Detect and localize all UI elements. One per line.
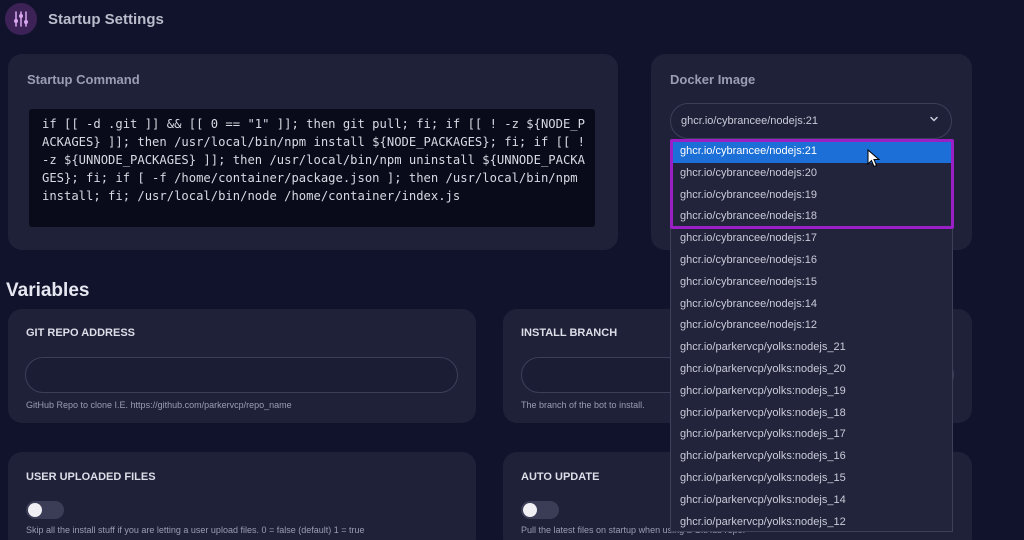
install-branch-label: INSTALL BRANCH: [521, 327, 618, 339]
startup-command-title: Startup Command: [27, 72, 140, 87]
docker-image-select[interactable]: ghcr.io/cybrancee/nodejs:21: [670, 103, 952, 139]
sliders-icon: [5, 3, 37, 35]
dropdown-option[interactable]: ghcr.io/cybrancee/nodejs:16: [671, 250, 952, 272]
docker-image-dropdown: ghcr.io/cybrancee/nodejs:21 ghcr.io/cybr…: [670, 140, 953, 532]
dropdown-option[interactable]: ghcr.io/cybrancee/nodejs:20: [671, 163, 952, 185]
toggle-knob: [523, 503, 537, 517]
install-branch-hint: The branch of the bot to install.: [521, 400, 645, 410]
dropdown-option[interactable]: ghcr.io/cybrancee/nodejs:12: [671, 315, 952, 337]
user-uploaded-files-toggle[interactable]: [26, 501, 64, 519]
git-repo-label: GIT REPO ADDRESS: [26, 327, 135, 339]
dropdown-option[interactable]: ghcr.io/parkervcp/yolks:nodejs_15: [671, 468, 952, 490]
dropdown-option[interactable]: ghcr.io/cybrancee/nodejs:19: [671, 185, 952, 207]
dropdown-option[interactable]: ghcr.io/cybrancee/nodejs:14: [671, 294, 952, 316]
docker-image-selected-value: ghcr.io/cybrancee/nodejs:21: [681, 115, 818, 127]
dropdown-option[interactable]: ghcr.io/cybrancee/nodejs:17: [671, 228, 952, 250]
user-uploaded-files-hint: Skip all the install stuff if you are le…: [26, 525, 365, 535]
chevron-down-icon: [930, 116, 938, 122]
docker-image-title: Docker Image: [670, 72, 756, 87]
dropdown-option[interactable]: ghcr.io/parkervcp/yolks:nodejs_17: [671, 424, 952, 446]
dropdown-option[interactable]: ghcr.io/parkervcp/yolks:nodejs_19: [671, 381, 952, 403]
variables-heading: Variables: [6, 280, 90, 301]
page-title: Startup Settings: [48, 10, 164, 28]
dropdown-option[interactable]: ghcr.io/parkervcp/yolks:nodejs_18: [671, 403, 952, 425]
user-uploaded-files-label: USER UPLOADED FILES: [26, 471, 156, 483]
mouse-cursor-icon: [867, 149, 881, 168]
dropdown-option[interactable]: ghcr.io/parkervcp/yolks:nodejs_12: [671, 512, 952, 531]
auto-update-toggle[interactable]: [521, 501, 559, 519]
dropdown-option[interactable]: ghcr.io/parkervcp/yolks:nodejs_14: [671, 490, 952, 512]
dropdown-option[interactable]: ghcr.io/parkervcp/yolks:nodejs_21: [671, 337, 952, 359]
dropdown-option[interactable]: ghcr.io/parkervcp/yolks:nodejs_16: [671, 446, 952, 468]
dropdown-option[interactable]: ghcr.io/cybrancee/nodejs:15: [671, 272, 952, 294]
git-repo-hint: GitHub Repo to clone I.E. https://github…: [26, 400, 292, 410]
page: Startup Settings Startup Command if [[ -…: [0, 0, 1024, 540]
auto-update-label: AUTO UPDATE: [521, 471, 600, 483]
toggle-knob: [28, 503, 42, 517]
dropdown-option[interactable]: ghcr.io/parkervcp/yolks:nodejs_20: [671, 359, 952, 381]
page-header: Startup Settings: [5, 1, 164, 37]
git-repo-input[interactable]: [25, 357, 458, 393]
dropdown-option[interactable]: ghcr.io/cybrancee/nodejs:21: [671, 141, 952, 163]
dropdown-option[interactable]: ghcr.io/cybrancee/nodejs:18: [671, 206, 952, 228]
startup-command-box[interactable]: if [[ -d .git ]] && [[ 0 == "1" ]]; then…: [29, 109, 595, 227]
startup-command-text: if [[ -d .git ]] && [[ 0 == "1" ]]; then…: [42, 117, 593, 203]
